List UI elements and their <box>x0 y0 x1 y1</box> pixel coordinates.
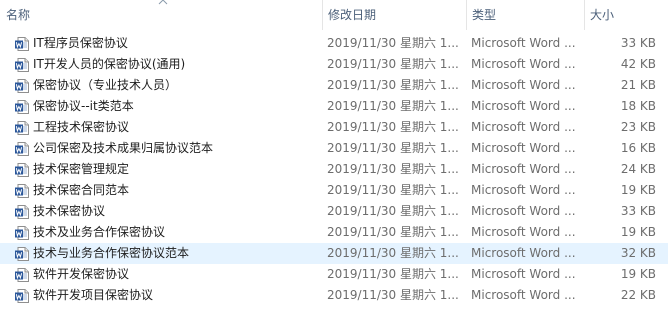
file-row[interactable]: 技术保密合同范本 2019/11/30 星期六 1... Microsoft Wor… <box>0 180 668 201</box>
file-type: Microsoft Word ... <box>471 225 576 239</box>
file-row[interactable]: 公司保密及技术成果归属协议范本 2019/11/30 星期六 1... Micros… <box>0 138 668 159</box>
file-type: Microsoft Word ... <box>471 36 576 50</box>
file-size: 19 KB <box>620 225 656 239</box>
word-document-icon <box>14 183 30 199</box>
column-header-size[interactable]: 大小 <box>584 0 668 30</box>
file-size: 21 KB <box>620 78 656 92</box>
file-size: 33 KB <box>620 204 656 218</box>
file-date-modified: 2019/11/30 星期六 1... <box>327 204 459 218</box>
file-row[interactable]: 技术保密管理规定 2019/11/30 星期六 1... Microsoft Wor… <box>0 159 668 180</box>
file-type: Microsoft Word ... <box>471 57 576 71</box>
word-document-icon <box>14 78 30 94</box>
file-name: 技术保密协议 <box>33 204 106 218</box>
file-name: 技术与业务合作保密协议范本 <box>33 246 190 260</box>
file-row[interactable]: 技术与业务合作保密协议范本 2019/11/30 星期六 1... Microsof… <box>0 243 668 264</box>
file-name: 工程技术保密协议 <box>33 120 130 134</box>
file-type: Microsoft Word ... <box>471 78 576 92</box>
word-document-icon <box>14 288 30 304</box>
file-size: 32 KB <box>620 246 656 260</box>
file-type: Microsoft Word ... <box>471 246 576 260</box>
word-document-icon <box>14 162 30 178</box>
word-document-icon <box>14 225 30 241</box>
file-type: Microsoft Word ... <box>471 267 576 281</box>
file-row[interactable]: 软件开发项目保密协议 2019/11/30 星期六 1... Microsoft W… <box>0 285 668 306</box>
file-type: Microsoft Word ... <box>471 120 576 134</box>
word-document-icon <box>14 36 30 52</box>
file-date-modified: 2019/11/30 星期六 1... <box>327 183 459 197</box>
file-size: 19 KB <box>620 183 656 197</box>
column-header-type[interactable]: 类型 <box>466 0 584 30</box>
file-name: 保密协议（专业技术人员） <box>33 78 178 92</box>
word-document-icon <box>14 99 30 115</box>
file-date-modified: 2019/11/30 星期六 1... <box>327 99 459 113</box>
file-name: 软件开发项目保密协议 <box>33 288 154 302</box>
file-size: 18 KB <box>620 99 656 113</box>
file-date-modified: 2019/11/30 星期六 1... <box>327 267 459 281</box>
file-type: Microsoft Word ... <box>471 141 576 155</box>
file-type: Microsoft Word ... <box>471 288 576 302</box>
word-document-icon <box>14 141 30 157</box>
file-size: 33 KB <box>620 36 656 50</box>
file-size: 23 KB <box>620 120 656 134</box>
column-header-bar: 名称 修改日期 类型 大小 <box>0 0 668 30</box>
file-date-modified: 2019/11/30 星期六 1... <box>327 288 459 302</box>
file-date-modified: 2019/11/30 星期六 1... <box>327 141 459 155</box>
file-date-modified: 2019/11/30 星期六 1... <box>327 162 459 176</box>
file-row[interactable]: IT程序员保密协议 2019/11/30 星期六 1... Microsoft Wo… <box>0 33 668 54</box>
file-size: 16 KB <box>620 141 656 155</box>
file-name: 软件开发保密协议 <box>33 267 130 281</box>
column-header-name[interactable]: 名称 <box>0 0 322 30</box>
word-document-icon <box>14 57 30 73</box>
word-document-icon <box>14 246 30 262</box>
file-type: Microsoft Word ... <box>471 99 576 113</box>
file-name: 保密协议--it类范本 <box>33 99 134 113</box>
file-row[interactable]: 保密协议（专业技术人员） 2019/11/30 星期六 1... Microsoft… <box>0 75 668 96</box>
file-row[interactable]: 工程技术保密协议 2019/11/30 星期六 1... Microsoft Wor… <box>0 117 668 138</box>
file-row[interactable]: 技术及业务合作保密协议 2019/11/30 星期六 1... Microsoft … <box>0 222 668 243</box>
file-date-modified: 2019/11/30 星期六 1... <box>327 57 459 71</box>
file-size: 22 KB <box>620 288 656 302</box>
file-name: 公司保密及技术成果归属协议范本 <box>33 141 214 155</box>
file-row[interactable]: 技术保密协议 2019/11/30 星期六 1... Microsoft Word … <box>0 201 668 222</box>
file-name: 技术及业务合作保密协议 <box>33 225 166 239</box>
column-header-date-modified[interactable]: 修改日期 <box>322 0 466 30</box>
file-size: 24 KB <box>620 162 656 176</box>
word-document-icon <box>14 267 30 283</box>
file-date-modified: 2019/11/30 星期六 1... <box>327 246 459 260</box>
file-name: IT开发人员的保密协议(通用) <box>33 57 186 71</box>
file-row[interactable]: 软件开发保密协议 2019/11/30 星期六 1... Microsoft Wor… <box>0 264 668 285</box>
file-row[interactable]: IT开发人员的保密协议(通用) 2019/11/30 星期六 1... Micros… <box>0 54 668 75</box>
file-name: 技术保密管理规定 <box>33 162 130 176</box>
word-document-icon <box>14 204 30 220</box>
file-name: 技术保密合同范本 <box>33 183 130 197</box>
word-document-icon <box>14 120 30 136</box>
file-size: 19 KB <box>620 267 656 281</box>
file-size: 42 KB <box>620 57 656 71</box>
file-type: Microsoft Word ... <box>471 204 576 218</box>
file-date-modified: 2019/11/30 星期六 1... <box>327 36 459 50</box>
file-name: IT程序员保密协议 <box>33 36 128 50</box>
file-row[interactable]: 保密协议--it类范本 2019/11/30 星期六 1... Microsoft … <box>0 96 668 117</box>
file-date-modified: 2019/11/30 星期六 1... <box>327 78 459 92</box>
file-date-modified: 2019/11/30 星期六 1... <box>327 225 459 239</box>
file-type: Microsoft Word ... <box>471 183 576 197</box>
file-date-modified: 2019/11/30 星期六 1... <box>327 120 459 134</box>
file-list: IT程序员保密协议 2019/11/30 星期六 1... Microsoft Wo… <box>0 33 668 306</box>
file-type: Microsoft Word ... <box>471 162 576 176</box>
